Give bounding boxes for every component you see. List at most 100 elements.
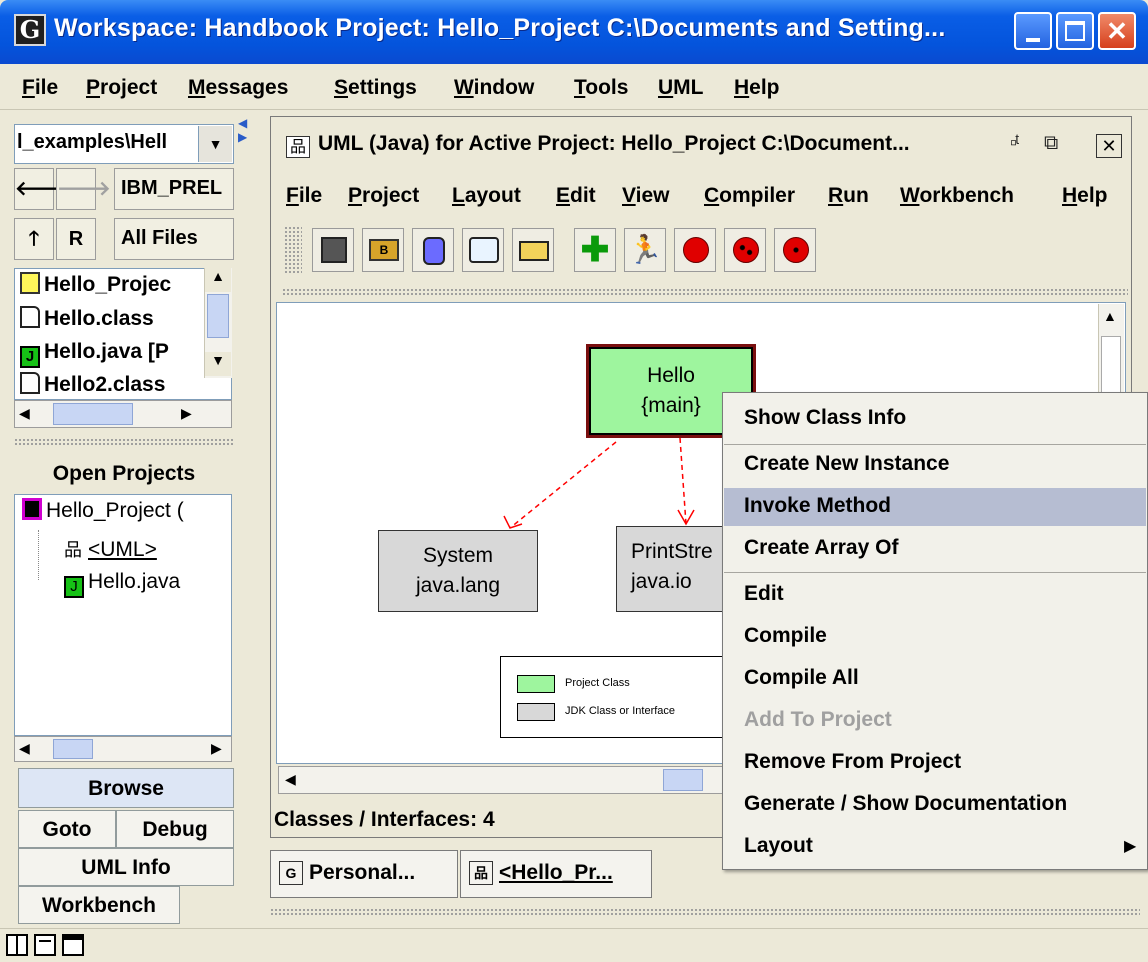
uml-menu-edit[interactable]: Edit <box>556 184 596 208</box>
menu-item-create-array-of[interactable]: Create Array Of <box>744 536 898 560</box>
uml-menu-compiler[interactable]: Compiler <box>704 184 795 208</box>
apple-icon[interactable] <box>674 228 716 272</box>
close-icon: ✕ <box>1106 16 1128 46</box>
tab-goto[interactable]: Goto <box>18 810 116 848</box>
desktop-tab-personal[interactable]: G Personal... <box>270 850 458 898</box>
menu-messages[interactable]: Messages <box>188 76 288 100</box>
layout-split-icon[interactable] <box>6 934 28 956</box>
menu-item-layout[interactable]: Layout <box>744 834 813 858</box>
scroll-down-icon[interactable]: ▼ <box>205 352 231 376</box>
scroll-right-icon[interactable]: ▶ <box>181 405 192 422</box>
restore-icon[interactable]: ⧉ <box>1044 132 1058 155</box>
menu-item-edit[interactable]: Edit <box>744 582 784 606</box>
scroll-right-icon[interactable]: ▶ <box>211 740 222 757</box>
tab-workbench[interactable]: Workbench <box>18 886 180 924</box>
class-box-system[interactable]: System java.lang <box>378 530 538 612</box>
menu-item-show-class-info[interactable]: Show Class Info <box>744 406 906 430</box>
jar-icon[interactable] <box>412 228 454 272</box>
splitter-handle[interactable]: ◀ ▶ <box>238 116 256 156</box>
status-bar <box>0 928 1148 962</box>
apple-bug-icon[interactable] <box>774 228 816 272</box>
maximize-button[interactable] <box>1056 12 1094 50</box>
tab-browse[interactable]: Browse <box>18 768 234 808</box>
desktop-tab-hello[interactable]: 品 <Hello_Pr... <box>460 850 652 898</box>
bluej-icon[interactable]: B <box>362 228 404 272</box>
uml-menu-view[interactable]: View <box>622 184 670 208</box>
tab-uml-info[interactable]: UML Info <box>18 848 234 886</box>
menu-file[interactable]: File <box>22 76 58 100</box>
layout-window-icon[interactable] <box>62 934 84 956</box>
minimize-button[interactable] <box>1014 12 1052 50</box>
toolbar-grip[interactable] <box>284 226 302 274</box>
uml-diagram-icon: 品 <box>286 136 310 158</box>
scroll-up-icon[interactable]: ▲ <box>1103 308 1117 324</box>
menu-item-remove-from-project[interactable]: Remove From Project <box>744 750 961 774</box>
print-icon[interactable] <box>512 228 554 272</box>
file-list-vscrollbar[interactable]: ▲ ▼ <box>204 268 232 378</box>
save-icon[interactable] <box>312 228 354 272</box>
tab-debug[interactable]: Debug <box>116 810 234 848</box>
menu-help[interactable]: Help <box>734 76 780 100</box>
project-tree[interactable] <box>14 494 232 736</box>
scroll-left-icon[interactable]: ◀ <box>19 740 30 757</box>
file-list-hscrollbar[interactable]: ◀ ▶ <box>14 400 232 428</box>
uml-diagram-icon: 品 <box>469 861 493 885</box>
uml-menu-file[interactable]: File <box>286 184 322 208</box>
uml-menu-help[interactable]: Help <box>1062 184 1108 208</box>
scroll-thumb[interactable] <box>663 769 703 791</box>
run-icon[interactable]: 🏃 <box>624 228 666 272</box>
up-button[interactable]: 🡑 <box>14 218 54 260</box>
close-icon[interactable]: ✕ <box>1096 134 1122 158</box>
chevron-down-icon[interactable]: ▼ <box>198 126 232 162</box>
book-icon[interactable] <box>462 228 504 272</box>
tree-node-project[interactable]: Hello_Project ( <box>22 498 184 523</box>
canvas-hscrollbar[interactable]: ◀ <box>278 766 724 794</box>
scroll-thumb[interactable] <box>1101 336 1121 396</box>
uml-menu-layout[interactable]: Layout <box>452 184 521 208</box>
list-item[interactable]: Hello.class <box>20 306 154 338</box>
split-divider[interactable] <box>14 438 234 446</box>
scroll-thumb[interactable] <box>53 403 133 425</box>
tree-node-uml[interactable]: 品 <UML> <box>64 536 157 562</box>
refresh-button[interactable]: R <box>56 218 96 260</box>
add-icon[interactable]: ✚ <box>574 228 616 272</box>
menu-item-invoke-method[interactable]: Invoke Method <box>744 494 891 518</box>
menu-item-create-new-instance[interactable]: Create New Instance <box>744 452 949 476</box>
scroll-thumb[interactable] <box>53 739 93 759</box>
desktop-divider[interactable] <box>270 908 1140 916</box>
menu-item-compile-all[interactable]: Compile All <box>744 666 859 690</box>
list-item[interactable]: Hello_Projec <box>20 272 171 304</box>
legend-label-jdk: JDK Class or Interface <box>565 705 676 717</box>
menu-project[interactable]: Project <box>86 76 157 100</box>
menu-item-generate-docs[interactable]: Generate / Show Documentation <box>744 792 1067 816</box>
open-projects-header: Open Projects <box>14 454 234 494</box>
uml-menu-workbench[interactable]: Workbench <box>900 184 1014 208</box>
list-item[interactable]: Hello2.class <box>20 372 165 398</box>
menu-uml[interactable]: UML <box>658 76 704 100</box>
scroll-left-icon[interactable]: ◀ <box>19 405 30 422</box>
scroll-up-icon[interactable]: ▲ <box>205 268 231 292</box>
legend-label-project: Project Class <box>565 677 630 689</box>
uml-menu-run[interactable]: Run <box>828 184 869 208</box>
close-button[interactable]: ✕ <box>1098 12 1136 50</box>
menu-tools[interactable]: Tools <box>574 76 628 100</box>
menu-window[interactable]: Window <box>454 76 534 100</box>
menu-separator <box>724 572 1146 573</box>
file-filter-field[interactable]: All Files <box>114 218 234 260</box>
menu-settings[interactable]: Settings <box>334 76 417 100</box>
list-item[interactable]: J Hello.java [P <box>20 340 169 372</box>
scroll-thumb[interactable] <box>207 294 229 338</box>
tree-node-java[interactable]: J Hello.java <box>64 570 180 598</box>
project-tree-hscrollbar[interactable]: ◀ ▶ <box>14 736 232 762</box>
forward-button[interactable]: 🡒 <box>56 168 111 210</box>
library-field[interactable]: IBM_PREL <box>114 168 234 210</box>
ladybug-icon[interactable] <box>724 228 766 272</box>
menu-item-compile[interactable]: Compile <box>744 624 827 648</box>
iconify-icon[interactable]: ▫ͭ <box>1010 132 1017 155</box>
window-title: Workspace: Handbook Project: Hello_Proje… <box>54 14 946 42</box>
scroll-left-icon[interactable]: ◀ <box>285 771 296 788</box>
layout-doc-icon[interactable] <box>34 934 56 956</box>
toolbar-divider[interactable] <box>282 288 1128 296</box>
back-button[interactable]: 🡐 <box>14 168 69 210</box>
uml-menu-project[interactable]: Project <box>348 184 419 208</box>
